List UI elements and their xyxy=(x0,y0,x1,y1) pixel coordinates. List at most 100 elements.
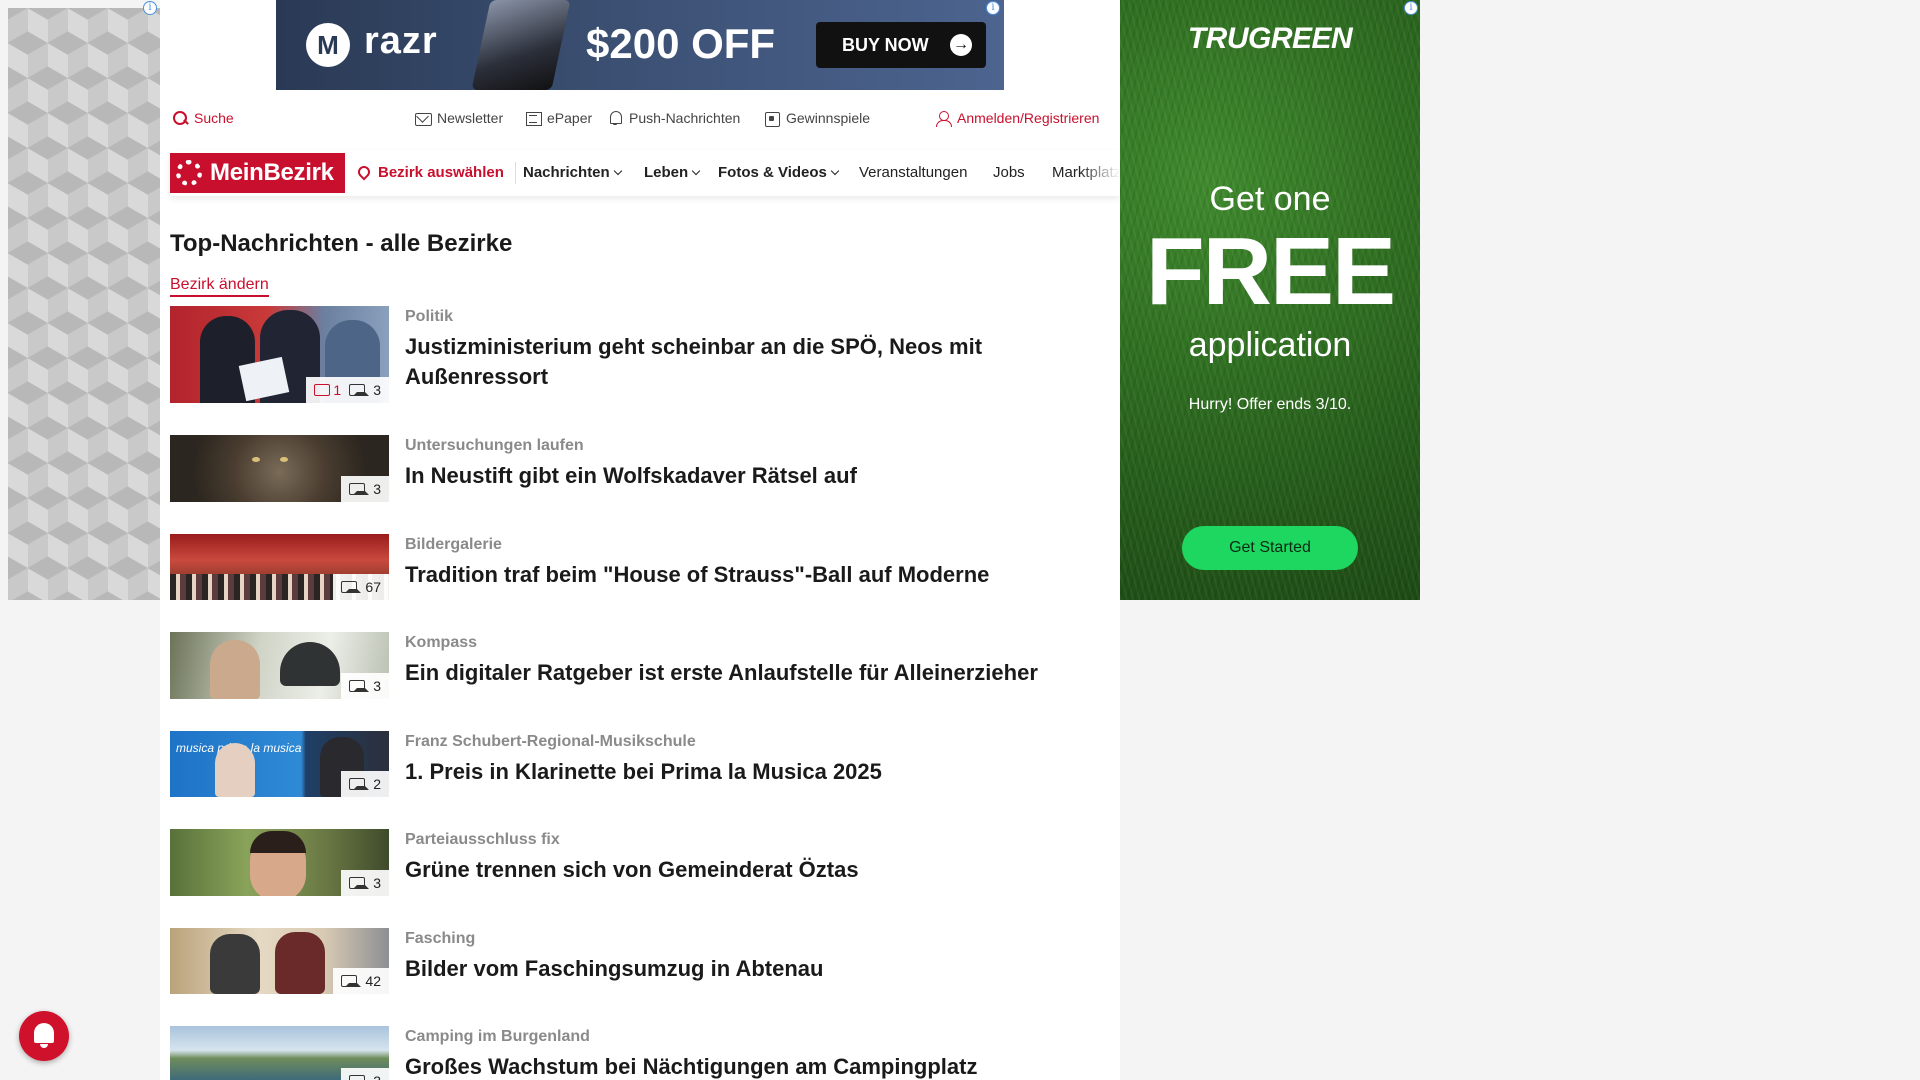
article-kicker: Bildergalerie xyxy=(405,536,502,553)
buy-now-label: BUY NOW xyxy=(842,35,929,55)
nav-scroll-fade xyxy=(1080,150,1120,196)
ad-info-icon[interactable]: i xyxy=(143,1,157,15)
buy-now-button[interactable]: BUY NOW → xyxy=(816,22,986,68)
article-headline[interactable]: Bilder vom Faschingsumzug in Abtenau xyxy=(405,954,1105,984)
get-started-button[interactable]: Get Started xyxy=(1182,526,1358,570)
article-headline[interactable]: Ein digitaler Ratgeber ist erste Anlaufs… xyxy=(405,658,1105,688)
nav-jobs-label: Jobs xyxy=(993,164,1025,181)
motorola-logo-icon xyxy=(306,23,350,67)
push-link[interactable]: Push-Nachrichten xyxy=(607,110,740,126)
chevron-down-icon xyxy=(613,166,622,176)
nav-fotos-videos[interactable]: Fotos & Videos xyxy=(718,164,840,181)
image-icon xyxy=(341,581,362,593)
media-count-badge: 67 xyxy=(333,574,389,600)
media-count-badge: 3 xyxy=(341,476,389,502)
newspaper-icon xyxy=(525,110,542,126)
image-count: 67 xyxy=(365,579,381,595)
nav-fotos-videos-label: Fotos & Videos xyxy=(718,164,827,181)
media-count-badge: 3 xyxy=(341,1068,389,1080)
nav-leben[interactable]: Leben xyxy=(644,164,701,181)
article-kicker: Untersuchungen laufen xyxy=(405,437,584,454)
nav-veranstaltungen-label: Veranstaltungen xyxy=(859,164,968,181)
image-count: 2 xyxy=(373,776,381,792)
article-headline[interactable]: In Neustift gibt ein Wolfskadaver Rätsel… xyxy=(405,461,1105,491)
article-thumbnail[interactable]: 3 xyxy=(170,1026,389,1080)
media-count-badge: 3 xyxy=(341,673,389,699)
article-thumbnail[interactable]: 67 xyxy=(170,534,389,600)
comment-icon xyxy=(314,384,331,396)
nav-veranstaltungen[interactable]: Veranstaltungen xyxy=(859,164,967,181)
district-select[interactable]: Bezirk auswählen xyxy=(355,163,504,181)
article-headline[interactable]: Großes Wachstum bei Nächtigungen am Camp… xyxy=(405,1052,1105,1080)
main-nav: MeinBezirk Bezirk auswählen Nachrichten … xyxy=(170,150,1120,196)
article-kicker: Parteiausschluss fix xyxy=(405,831,560,848)
article-kicker: Kompass xyxy=(405,634,478,651)
image-icon xyxy=(349,483,370,495)
right-sidebar-ad[interactable]: TRUGREEN Get one FREE application Hurry!… xyxy=(1120,0,1420,600)
ad-info-icon[interactable]: i xyxy=(986,1,1000,15)
article-thumbnail[interactable]: musica prima la musica 2 xyxy=(170,731,389,797)
image-count: 3 xyxy=(373,481,381,497)
chevron-down-icon xyxy=(691,166,701,176)
district-label: Bezirk auswählen xyxy=(378,164,504,181)
change-district-link[interactable]: Bezirk ändern xyxy=(170,276,269,297)
epaper-label: ePaper xyxy=(547,110,593,126)
image-icon xyxy=(349,680,370,692)
login-link[interactable]: Anmelden/Registrieren xyxy=(935,110,1099,127)
article-thumbnail[interactable]: 42 xyxy=(170,928,389,994)
ad-note: Hurry! Offer ends 3/10. xyxy=(1188,396,1352,413)
article-headline[interactable]: Tradition traf beim "House of Strauss"-B… xyxy=(405,560,1105,590)
image-count: 42 xyxy=(365,973,381,989)
article-headline[interactable]: 1. Preis in Klarinette bei Prima la Musi… xyxy=(405,757,1105,787)
image-count: 3 xyxy=(373,382,381,398)
mail-icon xyxy=(415,110,432,126)
push-label: Push-Nachrichten xyxy=(629,110,741,126)
article-thumbnail[interactable]: 3 xyxy=(170,829,389,896)
top-banner-ad[interactable]: razr $200 OFF BUY NOW → xyxy=(276,0,1004,90)
article-headline[interactable]: Grüne trennen sich von Gemeinderat Öztas xyxy=(405,855,1105,885)
contests-label: Gewinnspiele xyxy=(786,110,871,126)
left-skin-ad[interactable] xyxy=(8,8,160,600)
search-link[interactable]: Suche xyxy=(172,110,234,126)
contests-link[interactable]: Gewinnspiele xyxy=(764,110,871,127)
nav-jobs[interactable]: Jobs xyxy=(993,164,1025,181)
image-icon xyxy=(349,877,370,889)
article-kicker: Politik xyxy=(405,308,454,325)
article-kicker: Franz Schubert-Regional-Musikschule xyxy=(405,733,696,750)
image-icon xyxy=(349,1075,366,1080)
media-count-badge: 1 3 xyxy=(306,377,389,403)
image-icon xyxy=(349,384,370,396)
logo-text: MeinBezirk xyxy=(210,159,334,186)
newsletter-label: Newsletter xyxy=(437,110,504,126)
phone-image xyxy=(471,0,571,90)
utility-bar: Suche Newsletter ePaper Push-Nachrichten… xyxy=(170,108,1110,132)
location-pin-icon xyxy=(355,163,373,181)
article-thumbnail[interactable]: 1 3 xyxy=(170,306,389,403)
nav-divider xyxy=(515,162,516,184)
ad-brand-logo: TRUGREEN xyxy=(1187,22,1353,55)
site-logo[interactable]: MeinBezirk xyxy=(170,153,345,193)
gift-icon xyxy=(764,110,780,127)
ad-info-icon[interactable]: i xyxy=(1404,1,1418,15)
comment-count: 1 xyxy=(333,382,342,398)
nav-leben-label: Leben xyxy=(644,164,689,181)
search-icon xyxy=(172,110,188,126)
chevron-down-icon xyxy=(830,166,840,176)
ad-line-3: application xyxy=(1188,326,1352,364)
image-count: 3 xyxy=(373,678,381,694)
ad-brand: razr xyxy=(364,20,438,62)
user-icon xyxy=(935,110,952,127)
nav-nachrichten[interactable]: Nachrichten xyxy=(523,164,622,181)
image-icon xyxy=(349,778,370,790)
article-thumbnail[interactable]: 3 xyxy=(170,632,389,699)
epaper-link[interactable]: ePaper xyxy=(525,110,592,126)
newsletter-link[interactable]: Newsletter xyxy=(415,110,503,126)
article-kicker: Fasching xyxy=(405,930,476,947)
article-thumbnail[interactable]: 3 xyxy=(170,435,389,502)
image-icon xyxy=(341,975,362,987)
nav-nachrichten-label: Nachrichten xyxy=(523,164,610,181)
notification-bell-button[interactable] xyxy=(19,1011,69,1061)
article-headline[interactable]: Justizministerium geht scheinbar an die … xyxy=(405,332,1105,392)
image-count: 3 xyxy=(373,1068,381,1080)
main-column: razr $200 OFF BUY NOW → i Suche Newslett… xyxy=(160,0,1120,1080)
